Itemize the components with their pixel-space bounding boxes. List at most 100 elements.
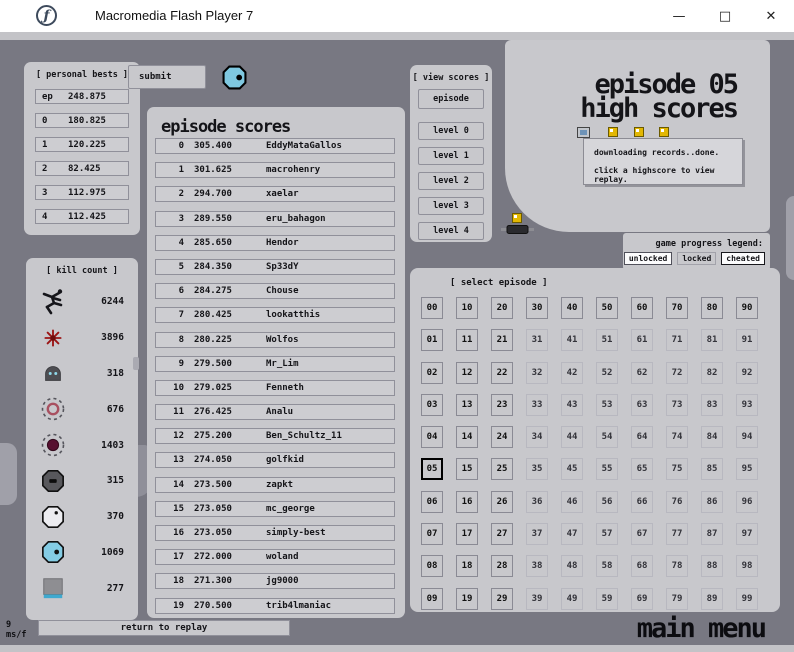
episode-cell[interactable]: 33 (526, 393, 548, 416)
episode-cell[interactable]: 53 (596, 393, 618, 416)
episode-cell[interactable]: 43 (561, 393, 583, 416)
highscore-row[interactable]: 15 273.050 mc_george (155, 500, 395, 517)
episode-cell[interactable]: 50 (596, 297, 618, 319)
episode-cell[interactable]: 45 (561, 458, 583, 481)
highscore-row[interactable]: 3 289.550 eru_bahagon (155, 210, 395, 227)
episode-cell[interactable]: 27 (491, 523, 513, 546)
episode-cell[interactable]: 87 (701, 523, 723, 546)
episode-cell[interactable]: 13 (456, 393, 478, 416)
episode-cell[interactable]: 71 (666, 329, 688, 352)
episode-cell[interactable]: 81 (701, 329, 723, 352)
episode-cell[interactable]: 37 (526, 523, 548, 546)
highscore-row[interactable]: 13 274.050 golfkid (155, 452, 395, 469)
view-level-1-button[interactable]: level 1 (418, 147, 484, 165)
episode-cell[interactable]: 11 (456, 329, 478, 352)
view-level-2-button[interactable]: level 2 (418, 172, 484, 190)
episode-cell[interactable]: 21 (491, 329, 513, 352)
episode-cell[interactable]: 57 (596, 523, 618, 546)
episode-cell[interactable]: 82 (701, 361, 723, 384)
episode-cell[interactable]: 07 (421, 523, 443, 546)
highscore-row[interactable]: 6 284.275 Chouse (155, 283, 395, 300)
highscore-row[interactable]: 0 305.400 EddyMataGallos (155, 138, 395, 154)
episode-cell[interactable]: 96 (736, 490, 758, 513)
episode-cell[interactable]: 30 (526, 297, 548, 319)
episode-cell[interactable]: 59 (596, 587, 618, 610)
episode-cell[interactable]: 24 (491, 426, 513, 449)
episode-cell[interactable]: 84 (701, 426, 723, 449)
episode-cell[interactable]: 02 (421, 361, 443, 384)
episode-cell[interactable]: 55 (596, 458, 618, 481)
episode-cell[interactable]: 23 (491, 393, 513, 416)
episode-cell[interactable]: 12 (456, 361, 478, 384)
episode-cell[interactable]: 83 (701, 393, 723, 416)
episode-cell[interactable]: 61 (631, 329, 653, 352)
episode-cell[interactable]: 39 (526, 587, 548, 610)
episode-cell[interactable]: 77 (666, 523, 688, 546)
episode-cell[interactable]: 42 (561, 361, 583, 384)
main-menu-button[interactable]: main menu (637, 613, 767, 644)
episode-cell[interactable]: 93 (736, 393, 758, 416)
episode-cell[interactable]: 68 (631, 555, 653, 578)
episode-cell[interactable]: 86 (701, 490, 723, 513)
close-button[interactable]: ✕ (748, 0, 794, 32)
episode-cell[interactable]: 52 (596, 361, 618, 384)
episode-cell[interactable]: 26 (491, 490, 513, 513)
highscore-row[interactable]: 10 279.025 Fenneth (155, 379, 395, 396)
kill-count-scrollbar-handle[interactable] (133, 357, 139, 370)
episode-cell[interactable]: 05 (421, 458, 443, 481)
episode-cell[interactable]: 19 (456, 587, 478, 610)
highscore-row[interactable]: 7 280.425 lookatthis (155, 307, 395, 324)
episode-cell[interactable]: 65 (631, 458, 653, 481)
highscore-row[interactable]: 14 273.500 zapkt (155, 476, 395, 493)
episode-cell[interactable]: 40 (561, 297, 583, 319)
episode-cell[interactable]: 95 (736, 458, 758, 481)
episode-cell[interactable]: 62 (631, 361, 653, 384)
episode-cell[interactable]: 36 (526, 490, 548, 513)
episode-cell[interactable]: 90 (736, 297, 758, 319)
episode-cell[interactable]: 56 (596, 490, 618, 513)
highscore-row[interactable]: 16 273.050 simply-best (155, 525, 395, 541)
episode-cell[interactable]: 16 (456, 490, 478, 513)
view-episode-button[interactable]: episode (418, 89, 484, 109)
episode-cell[interactable]: 74 (666, 426, 688, 449)
highscore-row[interactable]: 4 285.650 Hendor (155, 234, 395, 251)
minimize-button[interactable]: — (656, 0, 702, 32)
episode-cell[interactable]: 78 (666, 555, 688, 578)
episode-cell[interactable]: 10 (456, 297, 478, 319)
episode-cell[interactable]: 06 (421, 490, 443, 513)
episode-cell[interactable]: 14 (456, 426, 478, 449)
highscore-row[interactable]: 9 279.500 Mr_Lim (155, 355, 395, 372)
episode-cell[interactable]: 18 (456, 555, 478, 578)
episode-cell[interactable]: 35 (526, 458, 548, 481)
episode-cell[interactable]: 03 (421, 393, 443, 416)
episode-cell[interactable]: 99 (736, 587, 758, 610)
episode-cell[interactable]: 98 (736, 555, 758, 578)
return-to-replay-button[interactable]: return to replay (38, 620, 290, 636)
episode-cell[interactable]: 67 (631, 523, 653, 546)
episode-cell[interactable]: 48 (561, 555, 583, 578)
episode-cell[interactable]: 47 (561, 523, 583, 546)
highscore-row[interactable]: 19 270.500 trib4lmaniac (155, 597, 395, 614)
maximize-button[interactable]: □ (702, 0, 748, 32)
episode-cell[interactable]: 38 (526, 555, 548, 578)
episode-cell[interactable]: 54 (596, 426, 618, 449)
episode-cell[interactable]: 66 (631, 490, 653, 513)
episode-cell[interactable]: 32 (526, 361, 548, 384)
episode-cell[interactable]: 22 (491, 361, 513, 384)
episode-cell[interactable]: 94 (736, 426, 758, 449)
episode-cell[interactable]: 70 (666, 297, 688, 319)
episode-cell[interactable]: 44 (561, 426, 583, 449)
episode-cell[interactable]: 31 (526, 329, 548, 352)
episode-cell[interactable]: 85 (701, 458, 723, 481)
view-level-3-button[interactable]: level 3 (418, 197, 484, 215)
episode-cell[interactable]: 63 (631, 393, 653, 416)
episode-cell[interactable]: 08 (421, 555, 443, 578)
episode-cell[interactable]: 73 (666, 393, 688, 416)
highscore-row[interactable]: 12 275.200 Ben_Schultz_11 (155, 428, 395, 445)
episode-cell[interactable]: 64 (631, 426, 653, 449)
episode-cell[interactable]: 04 (421, 426, 443, 449)
episode-cell[interactable]: 15 (456, 458, 478, 481)
episode-cell[interactable]: 89 (701, 587, 723, 610)
episode-cell[interactable]: 79 (666, 587, 688, 610)
view-level-4-button[interactable]: level 4 (418, 222, 484, 240)
